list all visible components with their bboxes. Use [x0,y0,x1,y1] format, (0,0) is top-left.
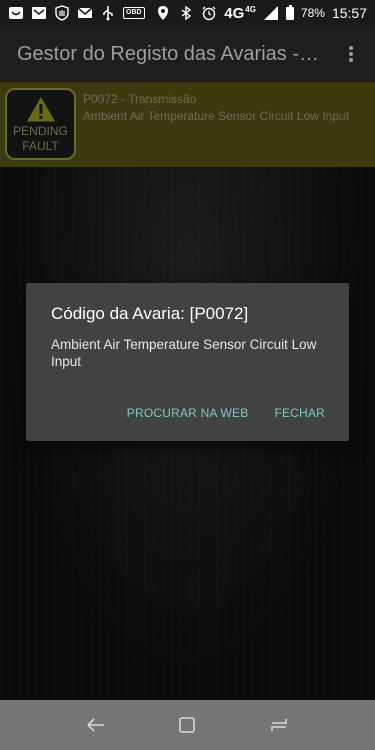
gmail-icon [77,5,93,21]
fault-text: P0072 - Transmissão Ambient Air Temperat… [83,92,349,123]
network-type: 4G4G [224,4,256,22]
signal-icon [263,5,279,21]
recents-icon [271,719,287,731]
badge-line-2: FAULT [22,139,59,153]
app-bar: Gestor do Registo das Avarias -… [0,26,375,82]
back-icon [87,718,104,732]
overflow-menu-icon [349,46,353,62]
pending-fault-badge: PENDING FAULT [5,88,76,160]
obd-icon: OBD [123,7,145,19]
search-web-button[interactable]: PROCURAR NA WEB [117,401,259,425]
location-icon [155,5,171,21]
navigation-bar [0,700,375,750]
fault-description: Ambient Air Temperature Sensor Circuit L… [83,109,349,123]
clock: 15:57 [331,5,367,21]
status-right-icons: 4G4G 78% 15:57 [155,4,367,22]
status-bar: OBD 4G4G 78% 15:57 [0,0,375,26]
bluetooth-icon [178,5,194,21]
app-title: Gestor do Registo das Avarias -… [17,42,319,65]
home-square-icon [179,717,196,733]
status-left-icons: OBD [8,5,145,21]
overflow-menu-button[interactable] [339,42,363,66]
recents-button[interactable] [259,705,299,745]
dialog-actions: PROCURAR NA WEB FECHAR [117,401,335,425]
shield-hand-icon [54,5,70,21]
battery-icon [285,4,294,20]
mail-icon [31,5,47,21]
fault-code: P0072 - Transmissão [83,92,197,106]
badge-line-1: PENDING [13,124,68,138]
close-button[interactable]: FECHAR [264,401,335,425]
battery-percent: 78% [300,6,325,20]
smiley-icon [8,5,24,21]
home-button[interactable] [167,705,207,745]
alarm-icon [201,5,217,21]
list-item[interactable]: PENDING FAULT P0072 - Transmissão Ambien… [0,82,375,167]
back-button[interactable] [76,705,116,745]
network-type-small: 4G [245,4,256,14]
fault-dialog: Código da Avaria: [P0072] Ambient Air Te… [26,283,349,441]
warning-icon [24,95,57,123]
dialog-title: Código da Avaria: [P0072] [51,304,249,323]
usb-icon [100,5,116,21]
dialog-message: Ambient Air Temperature Sensor Circuit L… [51,337,317,369]
